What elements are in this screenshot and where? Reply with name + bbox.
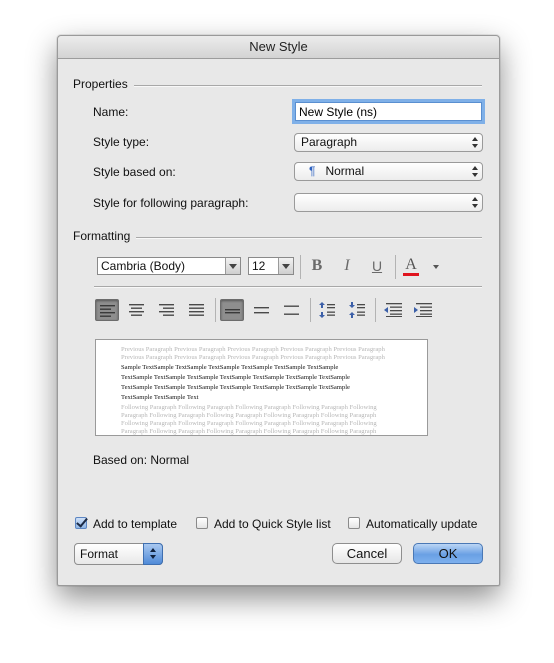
formatting-divider xyxy=(136,237,482,239)
based-on-label: Style based on: xyxy=(93,165,176,179)
toolbar-separator xyxy=(300,255,301,279)
increase-indent-button[interactable] xyxy=(410,299,434,321)
align-center-button[interactable] xyxy=(125,299,149,321)
properties-section-label: Properties xyxy=(73,77,128,91)
increase-paragraph-spacing-button[interactable] xyxy=(315,299,339,321)
following-paragraph-label: Style for following paragraph: xyxy=(93,196,249,210)
name-field[interactable] xyxy=(295,102,482,121)
increase-indent-icon xyxy=(414,303,432,317)
decrease-paragraph-spacing-button[interactable] xyxy=(345,299,369,321)
formatting-section-label: Formatting xyxy=(73,229,131,243)
double-spacing-icon xyxy=(284,305,299,315)
justify-button[interactable] xyxy=(185,299,209,321)
font-name-combo[interactable]: Cambria (Body) xyxy=(97,257,241,275)
style-type-popup[interactable]: Paragraph xyxy=(294,133,483,152)
format-menu-label: Format xyxy=(80,547,119,561)
style-type-value: Paragraph xyxy=(301,135,358,149)
format-dropdown-icon xyxy=(143,543,163,565)
add-to-quick-style-checkbox[interactable] xyxy=(196,517,208,529)
preview-following-paragraph: Following Paragraph Following Paragraph … xyxy=(121,404,377,435)
toolbar-separator xyxy=(310,298,311,322)
align-right-icon xyxy=(159,304,174,316)
size-dropdown-arrow-icon[interactable] xyxy=(278,258,293,274)
add-to-template-label[interactable]: Add to template xyxy=(93,517,177,531)
bold-button[interactable]: B xyxy=(305,255,329,277)
format-menu-button[interactable]: Format xyxy=(74,543,163,565)
popup-arrows-icon xyxy=(472,165,478,178)
italic-button[interactable]: I xyxy=(335,255,359,277)
font-dropdown-arrow-icon[interactable] xyxy=(225,258,240,274)
font-color-dropdown-icon[interactable] xyxy=(433,265,439,269)
justify-icon xyxy=(189,304,204,316)
style-type-label: Style type: xyxy=(93,135,150,149)
automatically-update-checkbox[interactable] xyxy=(348,517,360,529)
ok-button[interactable]: OK xyxy=(413,543,483,564)
align-left-button[interactable] xyxy=(95,299,119,321)
align-left-icon xyxy=(100,305,115,317)
add-to-template-checkbox[interactable] xyxy=(75,517,87,529)
font-size-value: 12 xyxy=(252,259,266,273)
preview-sample-line: Sample TextSample TextSample TextSample … xyxy=(121,364,339,371)
preview-sample-line: TextSample TextSample Text xyxy=(121,394,199,401)
single-spacing-icon xyxy=(225,309,240,314)
cancel-button[interactable]: Cancel xyxy=(332,543,402,564)
one-half-spacing-button[interactable] xyxy=(250,299,274,321)
toolbar-separator xyxy=(215,298,216,322)
align-right-button[interactable] xyxy=(155,299,179,321)
preview-previous-paragraph: Previous Paragraph Previous Paragraph Pr… xyxy=(121,346,385,361)
decrease-spacing-icon xyxy=(349,302,365,318)
popup-arrows-icon xyxy=(472,196,478,209)
one-half-spacing-icon xyxy=(254,307,269,314)
underline-button[interactable]: U xyxy=(365,255,389,277)
style-description: Based on: Normal xyxy=(93,453,190,467)
preview-sample-text: Sample TextSample TextSample TextSample … xyxy=(121,363,403,403)
double-spacing-button[interactable] xyxy=(280,299,304,321)
font-color-button[interactable]: A xyxy=(399,254,423,276)
font-name-value: Cambria (Body) xyxy=(101,259,186,273)
align-center-icon xyxy=(129,304,144,316)
new-style-dialog: New Style Properties Name: Style type: P… xyxy=(57,35,500,586)
decrease-indent-button[interactable] xyxy=(380,299,404,321)
toolbar-separator xyxy=(395,255,396,279)
font-color-swatch xyxy=(403,273,419,276)
preview-sample-line: TextSample TextSample TextSample TextSam… xyxy=(121,374,350,381)
based-on-popup[interactable]: ¶ Normal xyxy=(294,162,483,181)
following-paragraph-popup[interactable] xyxy=(294,193,483,212)
font-size-combo[interactable]: 12 xyxy=(248,257,294,275)
toolbar-separator xyxy=(375,298,376,322)
decrease-indent-icon xyxy=(384,303,402,317)
style-preview: Previous Paragraph Previous Paragraph Pr… xyxy=(95,339,428,436)
font-color-icon: A xyxy=(405,256,417,273)
paragraph-style-icon: ¶ xyxy=(309,164,316,178)
add-to-quick-style-label[interactable]: Add to Quick Style list xyxy=(214,517,331,531)
increase-spacing-icon xyxy=(319,302,335,318)
popup-arrows-icon xyxy=(472,136,478,149)
dialog-title: New Style xyxy=(58,36,499,59)
automatically-update-label[interactable]: Automatically update xyxy=(366,517,477,531)
preview-sample-line: TextSample TextSample TextSample TextSam… xyxy=(121,384,350,391)
name-label: Name: xyxy=(93,105,129,119)
toolbar-divider xyxy=(94,286,482,288)
properties-divider xyxy=(134,85,482,87)
based-on-value: Normal xyxy=(325,164,365,178)
single-spacing-button[interactable] xyxy=(220,299,244,321)
